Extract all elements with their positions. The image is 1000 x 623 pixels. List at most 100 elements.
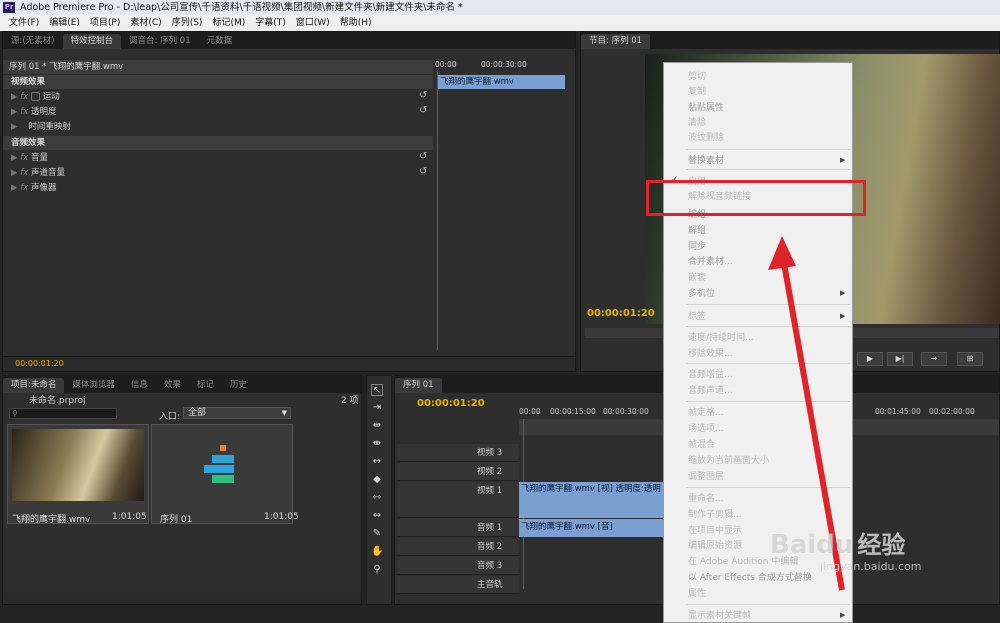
- context-menu-item[interactable]: 帧定格...: [688, 406, 724, 420]
- export-frame-button[interactable]: ⊞: [957, 352, 983, 366]
- menu-help[interactable]: 帮助(H): [335, 15, 377, 31]
- context-menu-item[interactable]: 嵌套: [688, 271, 706, 285]
- selection-tool-icon[interactable]: ↖: [371, 384, 383, 396]
- track-select-tool-icon[interactable]: ⇥: [371, 402, 383, 414]
- tab-metadata[interactable]: 元数据: [199, 34, 241, 49]
- watermark-url: jingyan.baidu.com: [820, 560, 922, 573]
- effect-volume-row[interactable]: ▶ fx 音量: [11, 151, 431, 165]
- context-menu-item[interactable]: 音频增益...: [688, 368, 733, 382]
- project-item-sequence[interactable]: 序列 01 1:01:05: [151, 424, 299, 525]
- menu-edit[interactable]: 编辑(E): [44, 15, 85, 31]
- context-menu-item[interactable]: 波纹删除: [688, 131, 724, 145]
- context-menu-item[interactable]: 属性: [688, 587, 706, 601]
- track-video-2[interactable]: 视频 2: [397, 463, 519, 481]
- context-menu-item[interactable]: 场选项...: [688, 422, 724, 436]
- project-item-clip[interactable]: 飞翔的鹰宇翻.wmv 1:01:05: [7, 424, 149, 525]
- tab-program[interactable]: 节目: 序列 01: [581, 34, 651, 49]
- project-tabbar: 项目:未命名 媒体浏览器 信息 效果 标记 历史: [3, 376, 361, 393]
- razor-tool-icon[interactable]: ◆: [371, 474, 383, 486]
- ec-current-timecode[interactable]: 00:00:01:20: [15, 359, 64, 368]
- context-menu-item[interactable]: 重命名...: [688, 492, 724, 506]
- motion-transform-icon[interactable]: [30, 92, 40, 101]
- track-master-audio[interactable]: 主音轨: [397, 576, 519, 594]
- window-title: Adobe Premiere Pro - D:\leap\公司宣传\千语资料\千…: [20, 2, 463, 13]
- effect-motion-label: 运动: [42, 92, 60, 102]
- context-menu-item[interactable]: 移除效果...: [688, 347, 733, 361]
- baidu-watermark: Baidu 经验: [770, 525, 905, 560]
- reset-icon[interactable]: ↺: [419, 90, 427, 101]
- tab-project[interactable]: 项目:未命名: [3, 378, 65, 393]
- zoom-tool-icon[interactable]: ⚲: [371, 564, 383, 576]
- effect-time-remap-label: 时间重映射: [28, 122, 71, 132]
- ripple-edit-tool-icon[interactable]: ⇹: [371, 420, 383, 432]
- tab-source[interactable]: 源:(无素材): [3, 34, 63, 49]
- context-menu-item[interactable]: 速度/持续时间...: [688, 331, 754, 345]
- context-menu-item: 同步: [688, 242, 707, 252]
- insert-button[interactable]: →: [921, 352, 947, 366]
- context-menu-item[interactable]: 音频声道...: [688, 384, 733, 398]
- slip-tool-icon[interactable]: ⇿: [371, 492, 383, 504]
- highlight-box: [646, 180, 866, 216]
- context-menu-item[interactable]: 清除: [688, 116, 706, 130]
- context-menu-item[interactable]: 调整图层: [688, 470, 724, 484]
- hand-tool-icon[interactable]: ✋: [371, 546, 383, 558]
- pen-tool-icon[interactable]: ✎: [371, 528, 383, 540]
- reset-icon[interactable]: ↺: [419, 166, 427, 177]
- effect-panner-row[interactable]: ▶ fx 声像器: [11, 181, 431, 195]
- menu-project[interactable]: 项目(P): [85, 15, 125, 31]
- rolling-edit-tool-icon[interactable]: ⇼: [371, 438, 383, 450]
- tab-effects[interactable]: 效果: [156, 378, 189, 393]
- context-menu-item[interactable]: 编辑原始资源: [688, 539, 742, 553]
- program-timecode[interactable]: 00:00:01:20: [587, 308, 655, 319]
- tab-markers[interactable]: 标记: [189, 378, 222, 393]
- tab-history[interactable]: 历史: [222, 378, 255, 393]
- effect-motion-row[interactable]: ▶ fx 运动: [11, 90, 431, 104]
- context-menu-item[interactable]: 制作子剪辑...: [688, 508, 742, 522]
- context-menu-item[interactable]: 在项目中显示: [688, 524, 742, 538]
- timeline-video-clip[interactable]: 飞翔的鹰宇翻.wmv [视] 透明度:透明: [519, 482, 665, 518]
- submenu-arrow-icon: ▶: [840, 611, 846, 619]
- timeline-timecode[interactable]: 00:00:01:20: [417, 398, 485, 409]
- tab-effect-controls[interactable]: 特效控制台: [62, 34, 122, 49]
- context-menu-item[interactable]: 缩放为当前画面大小: [688, 454, 769, 468]
- effect-channel-volume-label: 声道音量: [30, 168, 65, 178]
- reset-icon[interactable]: ↺: [419, 151, 427, 162]
- project-search-input[interactable]: ⚲: [9, 408, 117, 419]
- effect-time-remap-row[interactable]: ▶ 时间重映射: [11, 120, 431, 134]
- menu-file[interactable]: 文件(F): [4, 15, 44, 31]
- inpoint-value: 全部: [188, 408, 207, 418]
- ec-clip-bar[interactable]: 飞翔的鹰宇翻.wmv: [437, 75, 565, 89]
- reset-icon[interactable]: ↺: [419, 105, 427, 116]
- context-menu-item[interactable]: 剪切: [688, 70, 706, 84]
- inpoint-select[interactable]: 全部 ▼: [183, 407, 291, 419]
- track-video-3[interactable]: 视频 3: [397, 444, 519, 462]
- effect-opacity-row[interactable]: ▶ fx 透明度: [11, 105, 431, 119]
- context-menu-item[interactable]: 帧混合: [688, 438, 715, 452]
- track-video-1[interactable]: 视频 1: [397, 482, 519, 518]
- menu-bar: 文件(F) 编辑(E) 项目(P) 素材(C) 序列(S) 标记(M) 字幕(T…: [0, 15, 1000, 31]
- menu-marker[interactable]: 标记(M): [207, 15, 250, 31]
- context-menu-item[interactable]: 复制: [688, 85, 706, 99]
- menu-separator: [686, 149, 850, 150]
- tab-media-browser[interactable]: 媒体浏览器: [64, 378, 123, 393]
- effect-controls-panel: 源:(无素材) 特效控制台 调音台: 序列 01 元数据 序列 01 * 飞翔的…: [2, 31, 576, 372]
- timeline-audio-clip[interactable]: 飞翔的鹰宇翻.wmv [音]: [519, 519, 665, 537]
- step-forward-button[interactable]: ▶|: [887, 352, 913, 366]
- menu-clip[interactable]: 素材(C): [125, 15, 166, 31]
- track-audio-1[interactable]: 音频 1: [397, 519, 519, 537]
- slide-tool-icon[interactable]: ⇔: [371, 510, 383, 522]
- context-menu-item[interactable]: 显示素材关键帧: [688, 609, 751, 623]
- tab-info[interactable]: 信息: [123, 378, 156, 393]
- menu-sequence[interactable]: 序列(S): [167, 15, 208, 31]
- effect-channel-volume-row[interactable]: ▶ fx 声道音量: [11, 166, 431, 180]
- menu-title[interactable]: 字幕(T): [250, 15, 291, 31]
- context-menu-item[interactable]: 标签: [688, 310, 706, 324]
- play-button[interactable]: ▶: [857, 352, 883, 366]
- menu-window[interactable]: 窗口(W): [291, 15, 335, 31]
- track-audio-2[interactable]: 音频 2: [397, 538, 519, 556]
- rate-stretch-tool-icon[interactable]: ↔: [371, 456, 383, 468]
- tab-audio-mixer[interactable]: 调音台: 序列 01: [121, 34, 199, 49]
- track-audio-3[interactable]: 音频 3: [397, 557, 519, 575]
- ruler-label: 00:01:45:00: [875, 407, 921, 416]
- tab-sequence[interactable]: 序列 01: [395, 378, 442, 393]
